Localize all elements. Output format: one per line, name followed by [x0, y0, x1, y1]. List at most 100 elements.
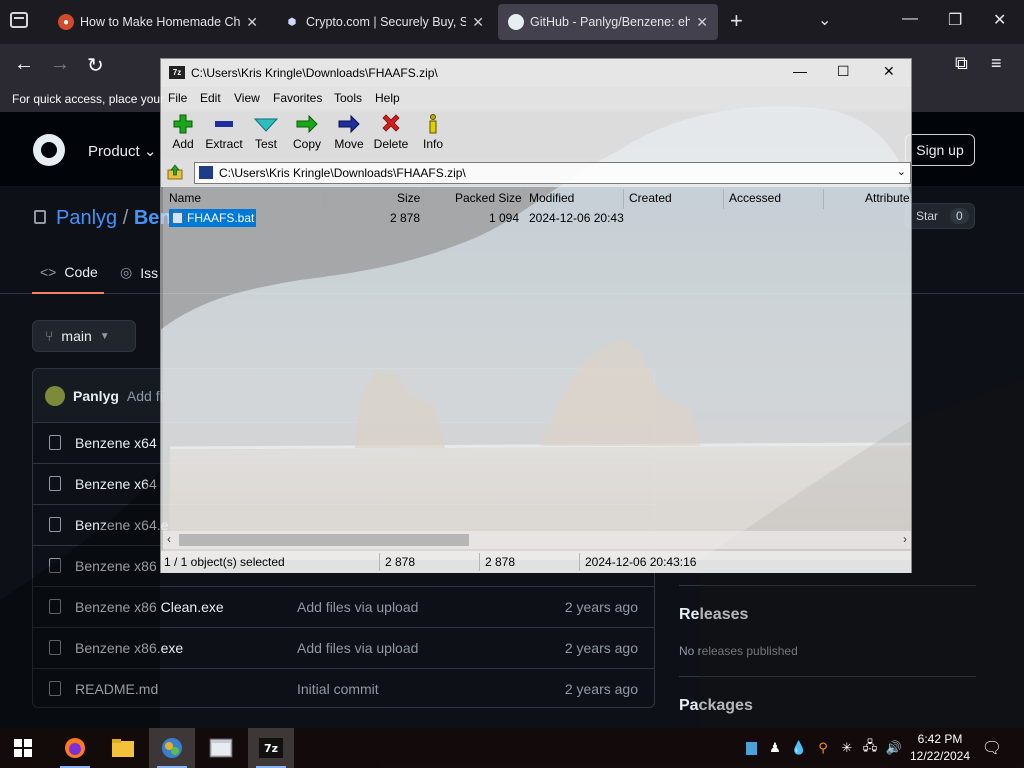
column-name[interactable]: Name — [169, 191, 201, 205]
file-name[interactable]: Benzene x86 — [75, 558, 157, 574]
file-commit-message[interactable]: Add files via upload — [297, 640, 418, 656]
column-modified[interactable]: Modified — [529, 191, 574, 205]
scroll-left-icon[interactable]: ‹ — [167, 532, 171, 546]
file-name[interactable]: Benzene x64.e — [75, 517, 168, 533]
horizontal-scrollbar[interactable]: ‹ › — [163, 531, 911, 549]
info-icon — [429, 114, 437, 134]
close-tab-icon[interactable]: ✕ — [246, 14, 258, 31]
selected-file-row[interactable]: FHAAFS.bat — [169, 209, 257, 227]
close-icon[interactable]: ✕ — [883, 63, 895, 80]
taskbar-firefox[interactable] — [52, 728, 98, 768]
menu-file[interactable]: File — [168, 91, 187, 105]
file-commit-message[interactable]: Add files via upload — [297, 599, 418, 615]
scroll-right-icon[interactable]: › — [903, 532, 907, 546]
column-separator[interactable] — [823, 189, 824, 209]
signup-button[interactable]: Sign up — [905, 134, 975, 166]
close-tab-icon[interactable]: ✕ — [696, 14, 708, 31]
taskbar-app-window[interactable] — [198, 728, 244, 768]
restore-icon[interactable]: ❐ — [948, 10, 962, 30]
commit-message[interactable]: Add fi — [127, 388, 163, 404]
packages-heading[interactable]: Packages — [679, 697, 753, 715]
extensions-icon[interactable]: ⧉ — [955, 53, 968, 74]
back-icon[interactable]: ← — [14, 53, 34, 76]
table-row[interactable]: Benzene x86.exe Add files via upload 2 yea… — [33, 628, 654, 669]
taskbar-game-app[interactable] — [149, 728, 195, 768]
add-button[interactable]: Add — [161, 113, 205, 151]
star-button[interactable]: Star 0 — [905, 203, 975, 229]
copy-button[interactable]: Copy — [285, 113, 329, 151]
product-menu[interactable]: Product ⌄ — [88, 142, 156, 160]
taskbar-file-explorer[interactable] — [100, 728, 146, 768]
github-logo-icon[interactable] — [33, 134, 65, 166]
minimize-icon[interactable]: — — [902, 10, 918, 28]
tray-search-icon[interactable]: ⚲ — [813, 728, 833, 768]
path-combobox[interactable]: C:\Users\Kris Kringle\Downloads\FHAAFS.z… — [194, 162, 911, 184]
start-button[interactable] — [0, 728, 46, 768]
column-separator[interactable] — [523, 189, 524, 209]
taskbar-7zip[interactable]: 7z — [248, 728, 294, 768]
menu-favorites[interactable]: Favorites — [273, 91, 322, 105]
tab-issues[interactable]: ◎ Iss — [120, 264, 158, 281]
column-size[interactable]: Size — [397, 191, 420, 205]
commit-author[interactable]: Panlyg — [73, 388, 119, 404]
move-button[interactable]: Move — [327, 113, 371, 151]
column-separator[interactable] — [623, 189, 624, 209]
tray-network-star-icon[interactable]: ✳ — [837, 728, 857, 768]
maximize-icon[interactable]: ☐ — [837, 63, 850, 80]
menu-icon[interactable]: ≡ — [991, 53, 1002, 74]
scrollbar-thumb[interactable] — [179, 534, 469, 546]
file-age: 2 years ago — [564, 681, 638, 697]
tab-list-icon[interactable] — [10, 12, 28, 28]
column-separator[interactable] — [423, 189, 424, 209]
tray-drop-icon[interactable]: 💧 — [790, 728, 808, 768]
file-name[interactable]: README.md — [75, 681, 158, 697]
tray-volume-icon[interactable]: 🔊 — [884, 728, 904, 768]
7zip-titlebar[interactable]: 7z C:\Users\Kris Kringle\Downloads\FHAAF… — [161, 59, 911, 87]
avatar[interactable] — [45, 385, 65, 406]
extract-button[interactable]: Extract — [202, 113, 246, 151]
file-name[interactable]: Benzene x64 — [75, 476, 157, 492]
tray-people-icon[interactable]: ♟ — [765, 728, 785, 768]
table-row[interactable]: README.md Initial commit 2 years ago — [33, 669, 654, 707]
browser-tab-3-active[interactable]: GitHub - Panlyg/Benzene: eh ✕ — [498, 4, 718, 40]
column-created[interactable]: Created — [629, 191, 672, 205]
folder-up-icon[interactable] — [167, 164, 183, 180]
menu-view[interactable]: View — [234, 91, 260, 105]
repo-owner-link[interactable]: Panlyg — [56, 207, 117, 229]
menu-help[interactable]: Help — [375, 91, 400, 105]
test-button[interactable]: Test — [244, 113, 288, 151]
delete-button[interactable]: Delete — [369, 113, 413, 151]
forward-icon[interactable]: → — [50, 53, 70, 76]
taskbar-clock[interactable]: 6:42 PM 12/22/2024 — [908, 731, 972, 765]
file-name[interactable]: Benzene x86.exe — [75, 640, 183, 656]
column-attributes[interactable]: Attribute — [865, 191, 910, 205]
tab-code[interactable]: <> Code — [40, 264, 98, 280]
column-packed-size[interactable]: Packed Size — [455, 191, 522, 205]
menu-edit[interactable]: Edit — [200, 91, 221, 105]
notifications-icon[interactable]: 🗨 — [980, 728, 1004, 768]
info-button[interactable]: Info — [411, 113, 455, 151]
releases-heading[interactable]: Releases — [679, 606, 748, 624]
new-tab-icon[interactable]: + — [730, 8, 743, 34]
file-commit-message[interactable]: Initial commit — [297, 681, 379, 697]
chevron-down-icon[interactable]: ⌄ — [818, 10, 831, 30]
menu-tools[interactable]: Tools — [334, 91, 362, 105]
column-accessed[interactable]: Accessed — [729, 191, 781, 205]
tray-app-icon[interactable] — [742, 728, 760, 768]
browser-tab-1[interactable]: ● How to Make Homemade Che ✕ — [48, 4, 268, 40]
table-row[interactable]: Benzene x86 Clean.exe Add files via uploa… — [33, 587, 654, 628]
branch-selector[interactable]: ⑂ main ▼ — [32, 320, 136, 352]
reload-icon[interactable]: ↻ — [87, 53, 104, 78]
file-name[interactable]: Benzene x64 — [75, 435, 157, 451]
7zip-window-title: C:\Users\Kris Kringle\Downloads\FHAAFS.z… — [191, 66, 438, 80]
file-icon — [49, 681, 61, 696]
browser-tab-2[interactable]: ⬢ Crypto.com | Securely Buy, Sell ✕ — [274, 4, 494, 40]
file-name[interactable]: Benzene x86 Clean.exe — [75, 599, 224, 615]
tray-network-icon[interactable]: 🖧 — [860, 728, 880, 768]
close-window-icon[interactable]: ✕ — [993, 10, 1006, 30]
column-separator[interactable] — [723, 189, 724, 209]
minimize-icon[interactable]: — — [793, 63, 807, 79]
chevron-down-icon[interactable]: ⌄ — [897, 165, 906, 178]
column-separator[interactable] — [325, 189, 326, 209]
close-tab-icon[interactable]: ✕ — [472, 14, 484, 31]
